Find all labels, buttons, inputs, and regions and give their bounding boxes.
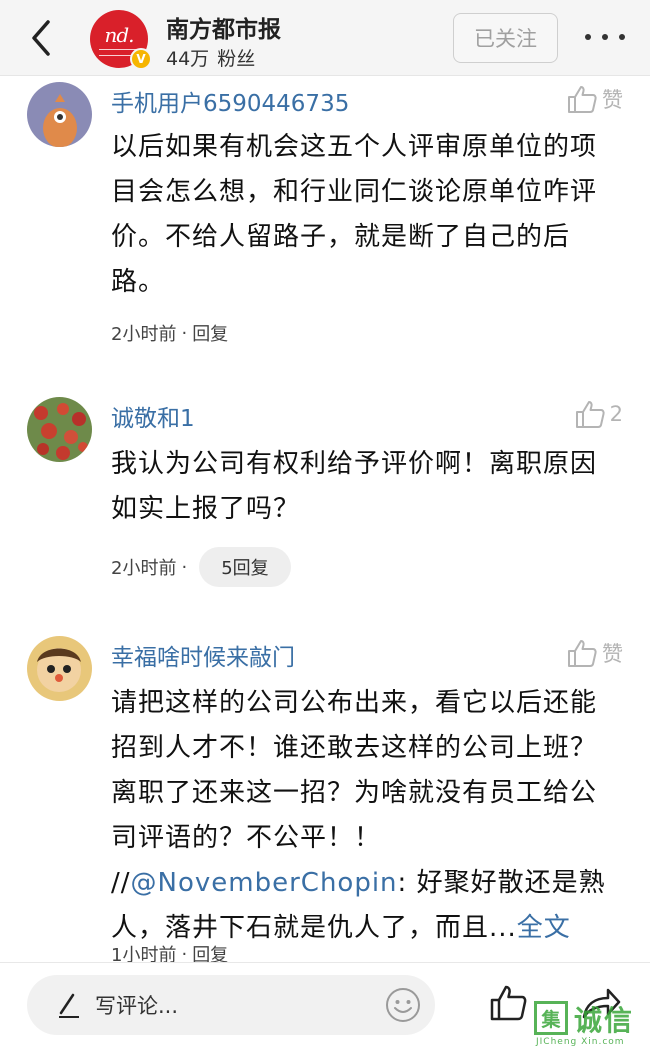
like-button[interactable]: 2: [574, 397, 623, 431]
watermark-url: JICheng Xin.com: [536, 1037, 625, 1047]
comment-time: 2小时前: [111, 558, 177, 579]
comment-username[interactable]: 手机用户6590446735: [111, 84, 349, 118]
thumbs-up-icon: [575, 401, 605, 428]
account-name[interactable]: 南方都市报: [166, 10, 281, 44]
comment-time: 2小时前: [111, 324, 177, 345]
back-arrow-icon[interactable]: [22, 16, 62, 60]
user-avatar[interactable]: [27, 82, 92, 147]
verified-badge-icon: V: [130, 48, 152, 70]
watermark-logo: 集: [534, 1001, 568, 1035]
top-bar: nd. V 南方都市报 44万 粉丝 已关注: [0, 0, 650, 76]
comment-input[interactable]: 写评论...: [27, 975, 435, 1035]
like-button[interactable]: 赞: [566, 82, 623, 116]
user-avatar[interactable]: [27, 636, 92, 701]
full-text-link[interactable]: 全文: [517, 913, 571, 943]
bottom-bar: 写评论... 集 诚信 JICheng Xin.com: [0, 962, 650, 1048]
comment-text: 以后如果有机会这五个人评审原单位的项目会怎么想，和行业同仁谈论原单位咋评价。不给…: [111, 132, 598, 297]
pen-icon: [59, 993, 79, 1018]
comment-placeholder: 写评论...: [95, 994, 179, 1018]
comment-username[interactable]: 幸福啥时候来敲门: [111, 638, 295, 672]
comment-text: 请把这样的公司公布出来，看它以后还能招到人才不！谁还敢去这样的公司上班？离职了还…: [111, 688, 606, 943]
comment-meta: 2小时前 · 5回复: [111, 547, 291, 587]
thumbs-up-icon: [568, 640, 597, 667]
watermark-text: 诚信: [574, 1004, 635, 1037]
replies-button[interactable]: 5回复: [199, 547, 291, 587]
account-avatar[interactable]: nd. V: [90, 10, 152, 70]
reply-button[interactable]: 回复: [192, 320, 228, 346]
thumbs-up-icon: [568, 86, 597, 113]
comment-username[interactable]: 诚敬和1: [111, 399, 195, 433]
comment-text: 我认为公司有权利给予评价啊！离职原因如实上报了吗？: [111, 449, 598, 524]
thumbs-up-icon[interactable]: [488, 983, 528, 1023]
comment-meta: 2小时前 · 回复: [111, 320, 228, 346]
fans-count: 44万 粉丝: [166, 48, 256, 70]
more-options-icon[interactable]: [585, 22, 625, 52]
follow-button[interactable]: 已关注: [453, 13, 558, 63]
watermark: 集 诚信 JICheng Xin.com: [534, 963, 650, 1048]
user-avatar[interactable]: [27, 397, 92, 462]
like-count: 2: [609, 402, 623, 426]
like-button[interactable]: 赞: [566, 636, 623, 670]
mention-link[interactable]: @NovemberChopin: [131, 868, 398, 898]
emoji-icon[interactable]: [385, 987, 421, 1023]
